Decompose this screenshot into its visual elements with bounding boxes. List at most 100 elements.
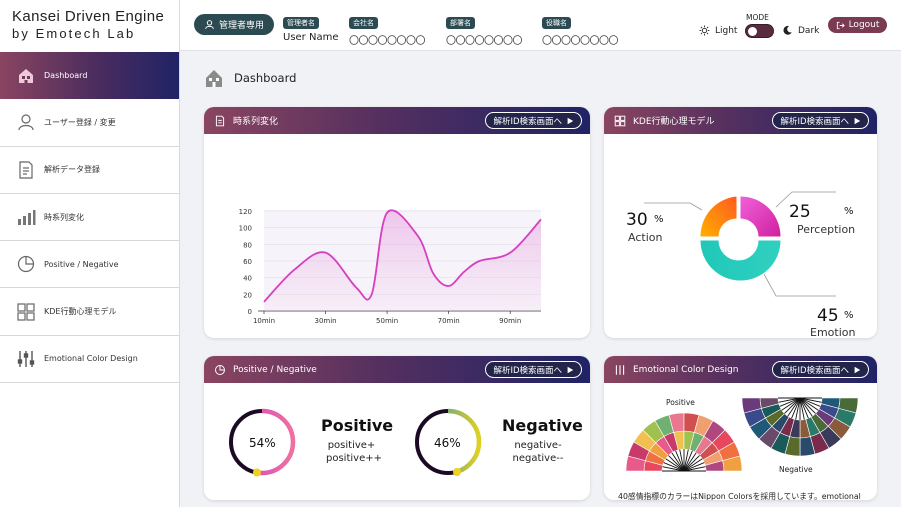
y-tick-label: 0 [248, 308, 252, 316]
brand-logo[interactable]: Kansei Driven Engine by Emotech Lab [0, 0, 179, 52]
negative-percent: 46% [434, 436, 461, 450]
card-header: Positive / Negative 解析ID検索画面へ [204, 356, 590, 383]
sidebar-item-color-design[interactable]: Emotional Color Design [0, 336, 179, 384]
y-tick-label: 40 [243, 275, 252, 283]
dark-label: Dark [798, 26, 820, 36]
department-value: 〇〇〇〇〇〇〇〇 [446, 36, 523, 47]
position-value: 〇〇〇〇〇〇〇〇 [542, 36, 619, 47]
document-icon [215, 115, 225, 126]
positive-percent: 54% [249, 436, 276, 450]
action-leader-line [644, 202, 703, 211]
sidebar-item-kde-model[interactable]: KDE行動心理モデル [0, 288, 179, 336]
logout-button[interactable]: Logout [828, 17, 887, 33]
negative-color-fan [741, 397, 859, 457]
sidebar-item-label: Positive / Negative [44, 259, 119, 269]
department-field: 部署名 〇〇〇〇〇〇〇〇 [446, 10, 523, 47]
sidebar-item-label: 時系列変化 [44, 212, 84, 222]
perception-value: 25 [789, 202, 811, 222]
kde-donut-chart: 30 % Action 25 % Perception 45 % Emotion [626, 191, 855, 338]
position-field: 役職名 〇〇〇〇〇〇〇〇 [542, 10, 619, 47]
negative-title: Negative [502, 416, 583, 435]
perception-label: Perception [797, 223, 855, 236]
perception-slice [740, 196, 781, 237]
positive-negative-card: Positive / Negative 解析ID検索画面へ 54% Positi… [204, 356, 590, 500]
mode-toggle[interactable] [745, 24, 774, 38]
analysis-search-button[interactable]: 解析ID検索画面へ [772, 112, 869, 129]
sidebar-item-dashboard[interactable]: Dashboard [0, 52, 179, 100]
y-tick-label: 80 [243, 241, 252, 249]
card-title: KDE行動心理モデル [633, 117, 715, 127]
play-arrow-icon [854, 117, 861, 124]
button-label: 解析ID検索画面へ [493, 116, 562, 127]
sidebar-item-label: 解析データ登録 [44, 165, 100, 175]
analysis-search-button[interactable]: 解析ID検索画面へ [772, 361, 869, 378]
grid-icon [17, 303, 35, 321]
sidebar-nav: Dashboard ユーザー登録 / 変更 解析データ登録 時系列変化 Posi… [0, 52, 179, 384]
emotion-leader-line [763, 273, 836, 297]
position-tag: 役職名 [542, 17, 571, 29]
sidebar-item-data-registration[interactable]: 解析データ登録 [0, 147, 179, 194]
logout-label: Logout [848, 20, 880, 30]
play-arrow-icon [567, 366, 574, 373]
sidebar: Kansei Driven Engine by Emotech Lab Dash… [0, 0, 180, 507]
card-title: Emotional Color Design [633, 364, 739, 375]
sidebar-item-label: ユーザー登録 / 変更 [44, 117, 116, 127]
positive-sub1: positive+ [327, 440, 376, 451]
pie-icon [17, 256, 35, 273]
sidebar-item-label: Dashboard [44, 71, 88, 81]
positive-subs: positive+ positive++ [326, 439, 382, 465]
y-tick-label: 20 [243, 291, 252, 299]
brand-subtitle: by Emotech Lab [12, 26, 136, 41]
negative-subs: negative- negative-- [504, 439, 572, 465]
user-icon [205, 20, 214, 30]
company-value: 〇〇〇〇〇〇〇〇 [349, 36, 426, 47]
document-icon [19, 161, 33, 179]
x-tick-label: 90min [499, 317, 521, 325]
company-field: 会社名 〇〇〇〇〇〇〇〇 [349, 10, 426, 47]
company-tag: 会社名 [349, 17, 378, 29]
emotion-label: Emotion [810, 326, 855, 338]
x-tick-label: 70min [438, 317, 460, 325]
analysis-search-button[interactable]: 解析ID検索画面へ [485, 361, 582, 378]
action-unit: % [654, 214, 664, 225]
y-tick-label: 60 [243, 258, 252, 266]
color-fans: Positive Negative 40感情指標のカラーはNippon Colo… [618, 397, 861, 500]
sidebar-item-user-registration[interactable]: ユーザー登録 / 変更 [0, 99, 179, 147]
kde-card: KDE行動心理モデル 解析ID検索画面へ 30 % Action 25 % Pe… [604, 107, 877, 338]
bar-chart-icon [18, 210, 36, 226]
y-tick-label: 100 [239, 225, 252, 233]
sidebar-item-timeseries[interactable]: 時系列変化 [0, 194, 179, 242]
action-slice [700, 196, 737, 237]
timeseries-chart: 0 20 40 60 80 100 120 10min 30min 50min 70min 90min [239, 208, 542, 325]
sidebar-item-label: KDE行動心理モデル [44, 307, 117, 317]
user-icon [18, 114, 34, 131]
button-label: 解析ID検索画面へ [493, 365, 562, 376]
admin-name-field: 管理者名 User Name [283, 10, 338, 43]
light-label: Light [715, 26, 738, 36]
admin-badge-label: 管理者専用 [218, 21, 264, 31]
negative-sub1: negative- [514, 440, 562, 451]
sidebar-item-positive-negative[interactable]: Positive / Negative [0, 241, 179, 289]
sliders-icon [17, 350, 35, 367]
moon-icon [783, 25, 792, 35]
card-header: 時系列変化 解析ID検索画面へ [204, 107, 590, 134]
top-header: 管理者専用 管理者名 User Name 会社名 〇〇〇〇〇〇〇〇 部署名 〇〇… [180, 0, 901, 51]
action-label: Action [628, 231, 662, 244]
logout-icon [836, 21, 845, 29]
admin-name-value: User Name [283, 32, 339, 43]
admin-badge[interactable]: 管理者専用 [194, 14, 274, 35]
card-title: 時系列変化 [233, 117, 279, 127]
card-header: KDE行動心理モデル 解析ID検索画面へ [604, 107, 877, 134]
analysis-search-button[interactable]: 解析ID検索画面へ [485, 112, 582, 129]
card-header: Emotional Color Design 解析ID検索画面へ [604, 356, 877, 383]
emotion-unit: % [844, 310, 854, 321]
card-title: Positive / Negative [233, 364, 317, 375]
mode-toggle-knob [748, 27, 757, 36]
grid-icon [614, 115, 626, 126]
emotion-value: 45 [817, 306, 839, 326]
y-tick-label: 120 [239, 208, 252, 216]
home-icon [19, 68, 33, 83]
home-icon [206, 70, 222, 87]
emotion-slice [700, 240, 781, 281]
positive-fan-label: Positive [666, 398, 695, 407]
